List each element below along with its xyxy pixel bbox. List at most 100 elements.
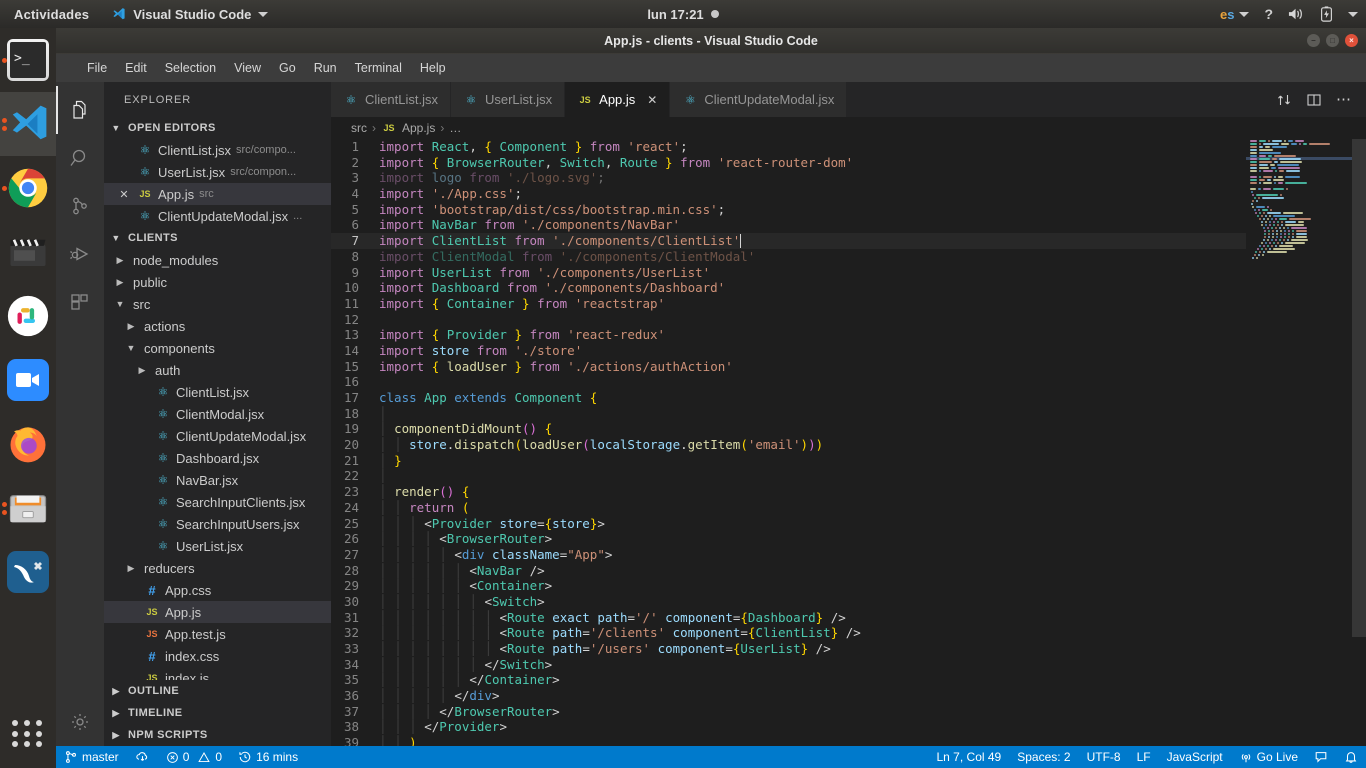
menu-edit[interactable]: Edit	[116, 57, 156, 79]
split-changes-icon[interactable]	[1276, 92, 1292, 108]
tree-file[interactable]: ⚛SearchInputClients.jsx	[104, 491, 331, 513]
code-line[interactable]: 28│ │ │ │ │ │ <NavBar />	[331, 563, 1366, 579]
code-line[interactable]: 29│ │ │ │ │ │ <Container>	[331, 578, 1366, 594]
tree-folder[interactable]: ▼src	[104, 293, 331, 315]
menu-terminal[interactable]: Terminal	[346, 57, 411, 79]
activitybar-item-run-and-debug[interactable]	[56, 230, 104, 278]
app-menu-vscode[interactable]: Visual Studio Code	[101, 7, 278, 22]
code-line[interactable]: 39│ │ )	[331, 735, 1366, 746]
dock-item-zoom[interactable]	[0, 348, 56, 412]
minimize-button[interactable]: –	[1307, 34, 1320, 47]
status-encoding[interactable]: UTF-8	[1079, 746, 1129, 768]
code-line[interactable]: 38│ │ │ </Provider>	[331, 719, 1366, 735]
status-go-live[interactable]: Go Live	[1231, 746, 1306, 768]
split-editor-icon[interactable]	[1306, 92, 1322, 108]
activitybar-item-extensions[interactable]	[56, 278, 104, 326]
section-open-editors[interactable]: ▼ OPEN EDITORS	[104, 117, 331, 139]
code-line[interactable]: 36│ │ │ │ │ </div>	[331, 688, 1366, 704]
volume-icon[interactable]	[1288, 7, 1305, 21]
file-tree[interactable]: ▶node_modules▶public▼src▶actions▼compone…	[104, 249, 331, 680]
code-line[interactable]: 7import ClientList from './components/Cl…	[331, 233, 1366, 249]
code-line[interactable]: 27│ │ │ │ │ <div className="App">	[331, 547, 1366, 563]
dock-item-terminal[interactable]: >_	[0, 28, 56, 92]
code-line[interactable]: 4import './App.css';	[331, 186, 1366, 202]
code-line[interactable]: 20│ │ store.dispatch(loadUser(localStora…	[331, 437, 1366, 453]
menu-view[interactable]: View	[225, 57, 270, 79]
open-editor-item[interactable]: ✕JSApp.jssrc	[104, 183, 331, 205]
open-editor-item[interactable]: ⚛UserList.jsxsrc/compon...	[104, 161, 331, 183]
status-cursor-position[interactable]: Ln 7, Col 49	[929, 746, 1010, 768]
open-editor-item[interactable]: ⚛ClientList.jsxsrc/compo...	[104, 139, 331, 161]
code-editor[interactable]: 1import React, { Component } from 'react…	[331, 139, 1366, 746]
close-editor-icon[interactable]: ✕	[116, 188, 132, 201]
breadcrumb-item-file[interactable]: App.js	[402, 121, 435, 135]
code-line[interactable]: 30│ │ │ │ │ │ │ <Switch>	[331, 594, 1366, 610]
menu-selection[interactable]: Selection	[156, 57, 225, 79]
code-line[interactable]: 35│ │ │ │ │ │ </Container>	[331, 672, 1366, 688]
activities-button[interactable]: Actividades	[0, 7, 101, 22]
status-notifications[interactable]	[1336, 746, 1366, 768]
more-actions-icon[interactable]: ⋯	[1336, 96, 1352, 104]
code-line[interactable]: 13import { Provider } from 'react-redux'	[331, 327, 1366, 343]
code-line[interactable]: 22│	[331, 468, 1366, 484]
code-line[interactable]: 11import { Container } from 'reactstrap'	[331, 296, 1366, 312]
menu-go[interactable]: Go	[270, 57, 305, 79]
code-line[interactable]: 14import store from './store'	[331, 343, 1366, 359]
scrollbar-thumb[interactable]	[1352, 139, 1366, 637]
menu-help[interactable]: Help	[411, 57, 455, 79]
code-line[interactable]: 19│ componentDidMount() {	[331, 421, 1366, 437]
dock-item-mysql-workbench[interactable]	[0, 540, 56, 604]
code-line[interactable]: 26│ │ │ │ <BrowserRouter>	[331, 531, 1366, 547]
tree-file[interactable]: ⚛UserList.jsx	[104, 535, 331, 557]
status-indentation[interactable]: Spaces: 2	[1009, 746, 1078, 768]
tree-folder[interactable]: ▼components	[104, 337, 331, 359]
tree-file[interactable]: #index.css	[104, 645, 331, 667]
dock-item-files[interactable]	[0, 476, 56, 540]
activitybar-item-search[interactable]	[56, 134, 104, 182]
code-line[interactable]: 21│ }	[331, 453, 1366, 469]
code-line[interactable]: 37│ │ │ │ </BrowserRouter>	[331, 704, 1366, 720]
tree-folder[interactable]: ▶reducers	[104, 557, 331, 579]
dock-item-slack[interactable]	[0, 284, 56, 348]
tree-file[interactable]: ⚛ClientList.jsx	[104, 381, 331, 403]
maximize-button[interactable]: □	[1326, 34, 1339, 47]
code-line[interactable]: 34│ │ │ │ │ │ │ </Switch>	[331, 657, 1366, 673]
status-timer[interactable]: 16 mins	[230, 746, 306, 768]
code-line[interactable]: 32│ │ │ │ │ │ │ │ <Route path='/clients'…	[331, 625, 1366, 641]
tree-file[interactable]: ⚛ClientUpdateModal.jsx	[104, 425, 331, 447]
keyboard-chevron-down-icon[interactable]	[1239, 12, 1249, 17]
code-line[interactable]: 23│ render() {	[331, 484, 1366, 500]
status-language-mode[interactable]: JavaScript	[1159, 746, 1231, 768]
code-line[interactable]: 15import { loadUser } from './actions/au…	[331, 359, 1366, 375]
code-line[interactable]: 10import Dashboard from './components/Da…	[331, 280, 1366, 296]
tree-folder[interactable]: ▶public	[104, 271, 331, 293]
sidebar-section-npm-scripts[interactable]: ▶NPM SCRIPTS	[104, 724, 331, 746]
battery-charging-icon[interactable]	[1320, 6, 1333, 22]
status-feedback[interactable]	[1306, 746, 1336, 768]
activitybar-item-source-control[interactable]	[56, 182, 104, 230]
code-line[interactable]: 2import { BrowserRouter, Switch, Route }…	[331, 155, 1366, 171]
editor-tab[interactable]: ⚛ClientList.jsx	[331, 82, 451, 117]
minimap[interactable]	[1246, 139, 1352, 746]
status-problems[interactable]: 0 0	[158, 746, 230, 768]
breadcrumb-item-src[interactable]: src	[351, 121, 367, 135]
code-line[interactable]: 3import logo from './logo.svg';	[331, 170, 1366, 186]
activitybar-item-explorer[interactable]	[56, 86, 104, 134]
close-button[interactable]: ×	[1345, 34, 1358, 47]
menu-file[interactable]: File	[78, 57, 116, 79]
open-editor-item[interactable]: ⚛ClientUpdateModal.jsx...	[104, 205, 331, 227]
editor-tab[interactable]: ⚛UserList.jsx	[451, 82, 565, 117]
status-branch[interactable]: master	[56, 746, 127, 768]
dock-item-firefox[interactable]	[0, 412, 56, 476]
code-line[interactable]: 6import NavBar from './components/NavBar…	[331, 217, 1366, 233]
editor-scrollbar[interactable]	[1352, 139, 1366, 746]
clock-button[interactable]: lun 17:21	[583, 7, 783, 22]
code-line[interactable]: 16	[331, 374, 1366, 390]
code-line[interactable]: 9import UserList from './components/User…	[331, 265, 1366, 281]
code-line[interactable]: 31│ │ │ │ │ │ │ │ <Route exact path='/' …	[331, 610, 1366, 626]
sidebar-section-timeline[interactable]: ▶TIMELINE	[104, 702, 331, 724]
system-menu-chevron-icon[interactable]	[1348, 12, 1358, 17]
tree-file[interactable]: ⚛Dashboard.jsx	[104, 447, 331, 469]
code-lines[interactable]: 1import React, { Component } from 'react…	[331, 139, 1366, 746]
activitybar-item-manage-settings[interactable]	[56, 698, 104, 746]
